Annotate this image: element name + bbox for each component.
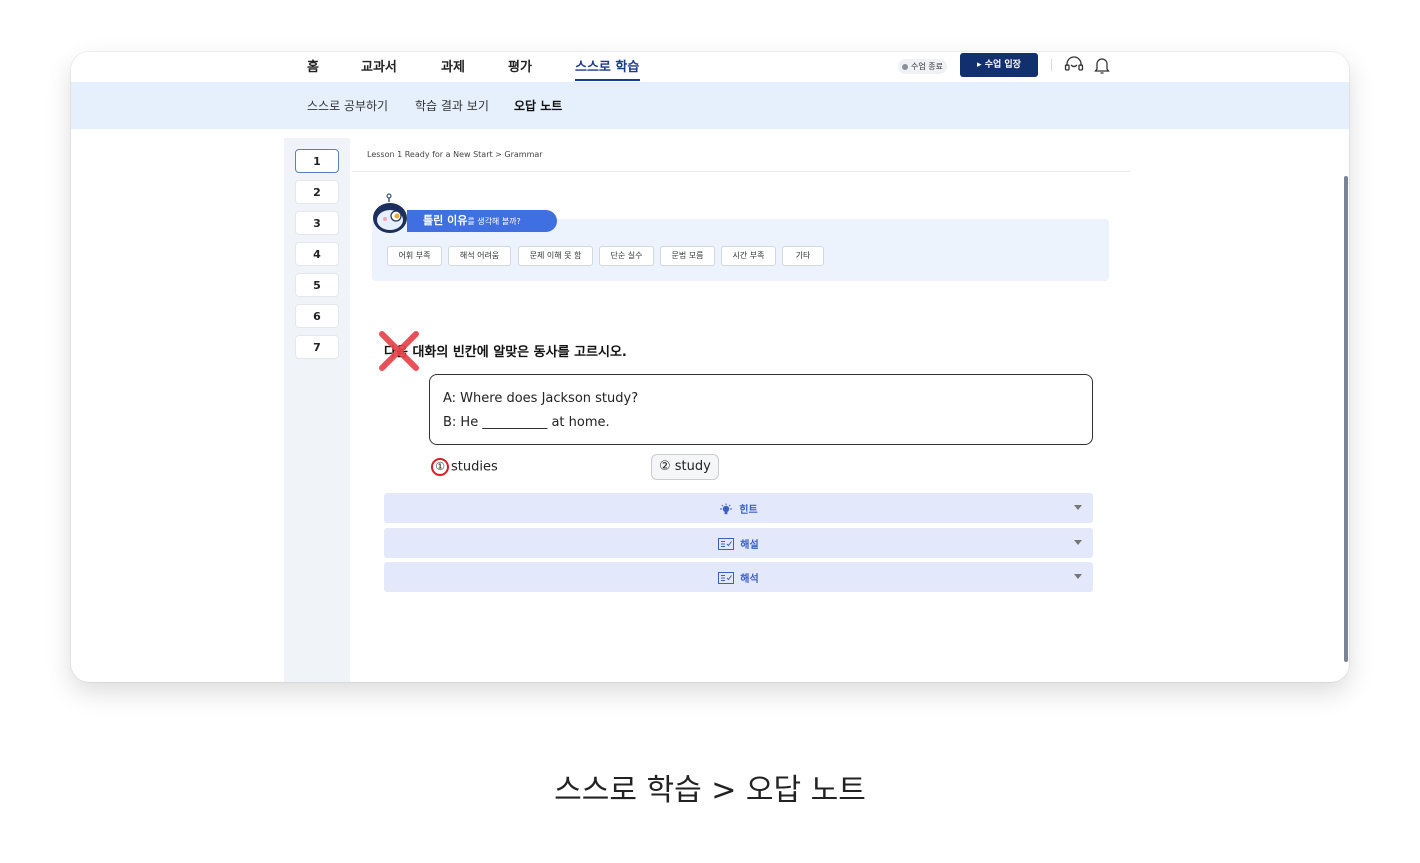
question-number-6[interactable]: 6	[295, 304, 339, 328]
wrong-reason-title-rest: 를 생각해 볼까?	[467, 217, 521, 226]
page-caption: 스스로 학습 > 오답 노트	[554, 773, 866, 808]
reason-chip-careless[interactable]: 단순 실수	[599, 246, 654, 266]
explanation-accordion[interactable]: 해설	[384, 528, 1093, 558]
nav-divider	[1051, 59, 1052, 71]
translation-accordion[interactable]: 해석	[384, 562, 1093, 592]
nav-home[interactable]: 홈	[307, 56, 319, 75]
explanation-accordion-label: 해설	[384, 536, 1093, 553]
dialog-box: A: Where does Jackson study? B: He _____…	[429, 374, 1093, 445]
question-number-5[interactable]: 5	[295, 273, 339, 297]
explanation-label: 해설	[740, 540, 759, 551]
chevron-down-icon	[1074, 574, 1082, 579]
subnav-results[interactable]: 학습 결과 보기	[415, 97, 489, 114]
sub-nav: 스스로 공부하기 학습 결과 보기 오답 노트	[71, 82, 1349, 129]
question-number-7[interactable]: 7	[295, 335, 339, 359]
scrollbar[interactable]	[1344, 176, 1348, 662]
headset-icon[interactable]	[1063, 54, 1085, 76]
translation-label: 해석	[740, 574, 759, 585]
reason-chip-grammar[interactable]: 문법 모름	[660, 246, 715, 266]
dialog-line-b: B: He __________ at home.	[443, 415, 610, 430]
question-number-list: 1 2 3 4 5 6 7	[284, 138, 350, 682]
reason-chip-other[interactable]: 기타	[782, 246, 824, 266]
app-window: 홈 교과서 과제 평가 스스로 학습 수업 종료 ▸ 수업 입장 스스로 공부하…	[71, 52, 1349, 682]
nav-self-study[interactable]: 스스로 학습	[575, 56, 639, 75]
breadcrumb: Lesson 1 Ready for a New Start > Grammar	[367, 150, 543, 159]
wrong-mark-icon	[379, 331, 419, 371]
reason-chip-time[interactable]: 시간 부족	[721, 246, 776, 266]
breadcrumb-divider	[352, 171, 1130, 172]
checklist-icon	[718, 537, 735, 553]
reason-chip-interpretation[interactable]: 해석 어려움	[448, 246, 511, 266]
answer-option-1-text: studies	[451, 459, 498, 475]
class-status-label: 수업 종료	[911, 62, 943, 71]
answer-option-2[interactable]: ② study	[651, 454, 719, 480]
nav-evaluation[interactable]: 평가	[508, 56, 532, 75]
bell-icon[interactable]	[1091, 54, 1113, 76]
reason-chip-vocabulary[interactable]: 어휘 부족	[387, 246, 442, 266]
dialog-line-a: A: Where does Jackson study?	[443, 391, 639, 406]
hint-label: 힌트	[739, 505, 758, 516]
nav-textbook[interactable]: 교과서	[361, 56, 397, 75]
checklist-icon	[718, 571, 735, 587]
hint-accordion[interactable]: 힌트	[384, 493, 1093, 523]
lightbulb-icon	[719, 503, 733, 518]
status-dot	[902, 63, 908, 70]
question-number-2[interactable]: 2	[295, 180, 339, 204]
class-status-badge: 수업 종료	[898, 59, 947, 74]
subnav-wrong-answer-note[interactable]: 오답 노트	[514, 97, 562, 114]
selected-option-circle: ①	[431, 458, 449, 476]
subnav-self-study[interactable]: 스스로 공부하기	[307, 97, 388, 114]
question-number-3[interactable]: 3	[295, 211, 339, 235]
top-nav: 홈 교과서 과제 평가 스스로 학습 수업 종료 ▸ 수업 입장	[71, 52, 1349, 82]
reason-chip-misunderstood[interactable]: 문제 이해 못 함	[518, 246, 593, 266]
answer-option-1[interactable]: ① studies	[431, 458, 498, 476]
translation-accordion-label: 해석	[384, 570, 1093, 587]
nav-assignment[interactable]: 과제	[441, 56, 465, 75]
wrong-reason-title-bold: 틀린 이유	[423, 214, 468, 227]
question-number-4[interactable]: 4	[295, 242, 339, 266]
wrong-reason-title: 틀린 이유를 생각해 볼까?	[407, 210, 557, 232]
chevron-down-icon	[1074, 540, 1082, 545]
enter-class-button[interactable]: ▸ 수업 입장	[960, 53, 1038, 77]
robot-mascot-icon	[373, 193, 407, 233]
nav-active-indicator	[575, 79, 640, 81]
chevron-down-icon	[1074, 505, 1082, 510]
hint-accordion-label: 힌트	[384, 501, 1093, 518]
question-number-1[interactable]: 1	[295, 149, 339, 173]
